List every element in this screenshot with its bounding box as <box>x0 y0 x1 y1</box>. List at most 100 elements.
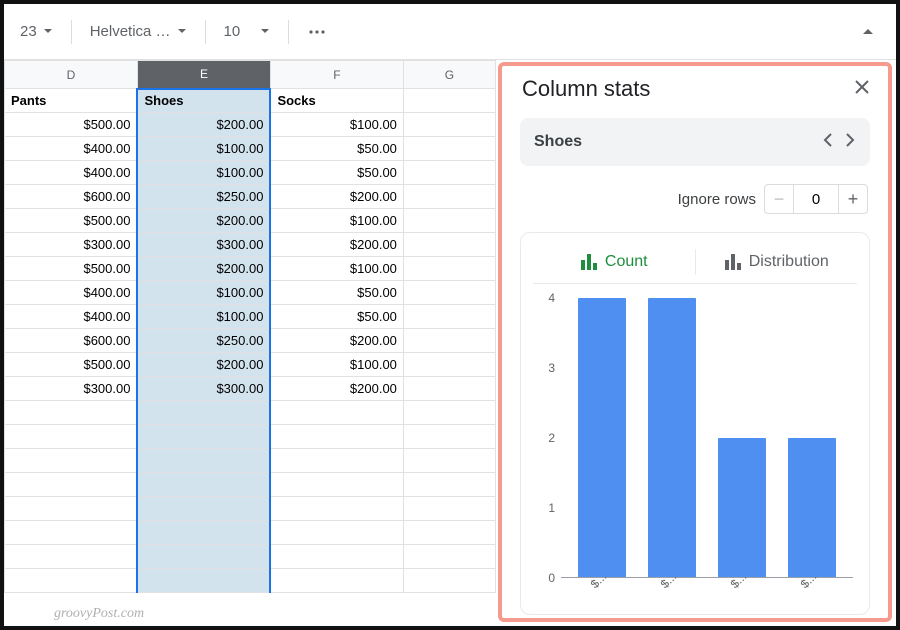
cell[interactable]: $100.00 <box>270 113 403 137</box>
cell[interactable] <box>137 401 270 425</box>
cell[interactable]: $200.00 <box>137 113 270 137</box>
cell[interactable] <box>5 521 138 545</box>
cell[interactable]: $100.00 <box>270 209 403 233</box>
cell[interactable] <box>137 521 270 545</box>
cell[interactable] <box>403 521 495 545</box>
column-header-G[interactable]: G <box>403 61 495 89</box>
number-format-dropdown[interactable]: 23 <box>12 19 61 44</box>
cell[interactable] <box>137 545 270 569</box>
cell[interactable]: $500.00 <box>5 257 138 281</box>
cell[interactable]: $200.00 <box>270 185 403 209</box>
spreadsheet-grid[interactable]: D E F G PantsShoesSocks$500.00$200.00$10… <box>4 60 496 626</box>
cell[interactable] <box>403 233 495 257</box>
cell[interactable] <box>137 473 270 497</box>
cell[interactable] <box>403 449 495 473</box>
cell[interactable] <box>137 497 270 521</box>
cell[interactable]: $50.00 <box>270 137 403 161</box>
cell[interactable] <box>270 521 403 545</box>
cell[interactable] <box>403 257 495 281</box>
cell[interactable]: $200.00 <box>137 257 270 281</box>
cell[interactable] <box>137 569 270 593</box>
header-cell-D[interactable]: Pants <box>5 89 138 113</box>
cell[interactable] <box>270 497 403 521</box>
cell[interactable]: $250.00 <box>137 185 270 209</box>
column-header-D[interactable]: D <box>5 61 138 89</box>
cell[interactable] <box>403 377 495 401</box>
column-header-F[interactable]: F <box>270 61 403 89</box>
font-size-dropdown[interactable]: 10 <box>216 19 278 44</box>
cell[interactable]: $250.00 <box>137 329 270 353</box>
cell[interactable] <box>5 449 138 473</box>
cell[interactable]: $50.00 <box>270 161 403 185</box>
cell[interactable]: $100.00 <box>137 305 270 329</box>
cell[interactable]: $500.00 <box>5 353 138 377</box>
cell[interactable]: $200.00 <box>270 329 403 353</box>
chart-bar[interactable] <box>718 438 766 578</box>
cell[interactable] <box>137 449 270 473</box>
tab-count[interactable]: Count <box>533 247 695 283</box>
cell[interactable] <box>270 569 403 593</box>
more-toolbar-button[interactable] <box>299 18 335 46</box>
chart-bar[interactable] <box>578 298 626 577</box>
cell[interactable] <box>403 425 495 449</box>
cell[interactable]: $200.00 <box>137 209 270 233</box>
cell[interactable]: $100.00 <box>270 353 403 377</box>
cell[interactable] <box>5 473 138 497</box>
cell[interactable]: $500.00 <box>5 113 138 137</box>
cell[interactable]: $100.00 <box>137 161 270 185</box>
cell[interactable] <box>270 425 403 449</box>
cell[interactable] <box>5 425 138 449</box>
cell[interactable] <box>403 401 495 425</box>
header-cell-E[interactable]: Shoes <box>137 89 270 113</box>
prev-column-button[interactable] <box>822 132 834 152</box>
cell[interactable] <box>403 353 495 377</box>
next-column-button[interactable] <box>844 132 856 152</box>
collapse-toolbar-button[interactable] <box>852 20 888 44</box>
cell[interactable] <box>403 305 495 329</box>
ignore-rows-increment[interactable]: + <box>838 184 868 214</box>
cell[interactable]: $100.00 <box>270 257 403 281</box>
cell[interactable]: $300.00 <box>5 233 138 257</box>
cell[interactable]: $400.00 <box>5 161 138 185</box>
cell[interactable] <box>137 425 270 449</box>
cell[interactable]: $400.00 <box>5 281 138 305</box>
close-button[interactable] <box>852 77 872 102</box>
cell[interactable]: $200.00 <box>270 377 403 401</box>
cell[interactable]: $200.00 <box>137 353 270 377</box>
cell[interactable] <box>270 473 403 497</box>
cell[interactable]: $300.00 <box>5 377 138 401</box>
cell[interactable] <box>403 545 495 569</box>
cell[interactable] <box>403 185 495 209</box>
header-cell-G[interactable] <box>403 89 495 113</box>
cell[interactable] <box>5 569 138 593</box>
ignore-rows-decrement[interactable]: − <box>764 184 794 214</box>
cell[interactable]: $400.00 <box>5 137 138 161</box>
column-header-E[interactable]: E <box>137 61 270 89</box>
font-family-dropdown[interactable]: Helvetica … <box>82 19 195 44</box>
cell[interactable] <box>403 497 495 521</box>
cell[interactable] <box>403 569 495 593</box>
cell[interactable]: $50.00 <box>270 305 403 329</box>
cell[interactable]: $200.00 <box>270 233 403 257</box>
cell[interactable] <box>270 449 403 473</box>
cell[interactable]: $400.00 <box>5 305 138 329</box>
cell[interactable] <box>403 113 495 137</box>
cell[interactable] <box>270 401 403 425</box>
header-cell-F[interactable]: Socks <box>270 89 403 113</box>
cell[interactable] <box>5 497 138 521</box>
cell[interactable] <box>403 137 495 161</box>
cell[interactable] <box>270 545 403 569</box>
cell[interactable] <box>403 161 495 185</box>
cell[interactable] <box>403 473 495 497</box>
cell[interactable]: $100.00 <box>137 137 270 161</box>
cell[interactable]: $300.00 <box>137 377 270 401</box>
ignore-rows-input[interactable] <box>794 184 838 214</box>
cell[interactable]: $50.00 <box>270 281 403 305</box>
cell[interactable] <box>5 401 138 425</box>
chart-bar[interactable] <box>648 298 696 577</box>
cell[interactable] <box>403 281 495 305</box>
cell[interactable]: $300.00 <box>137 233 270 257</box>
tab-distribution[interactable]: Distribution <box>696 247 858 283</box>
cell[interactable] <box>5 545 138 569</box>
cell[interactable]: $600.00 <box>5 329 138 353</box>
